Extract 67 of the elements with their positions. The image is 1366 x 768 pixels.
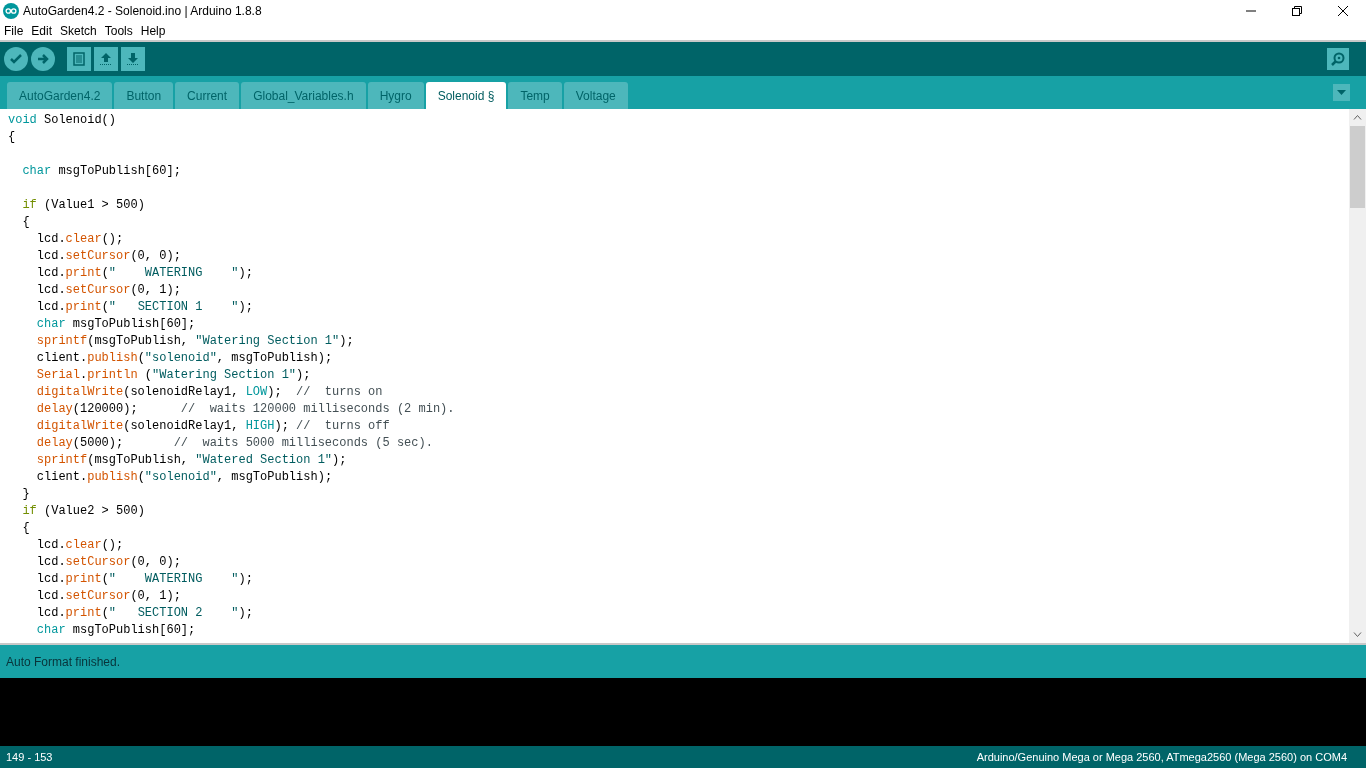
save-button[interactable] [121, 47, 145, 71]
serial-monitor-button[interactable] [1327, 48, 1349, 70]
file-tab[interactable]: Temp [508, 82, 562, 109]
file-tab[interactable]: AutoGarden4.2 [7, 82, 113, 109]
verify-button[interactable] [4, 47, 28, 71]
up-arrow-icon [99, 52, 113, 66]
scroll-down-icon [1353, 632, 1362, 637]
scrollbar[interactable] [1349, 109, 1366, 643]
file-tab[interactable]: Button [114, 82, 174, 109]
code-line: lcd.setCursor(0, 1); [35, 588, 181, 605]
code-line: lcd.print(" SECTION 2 "); [35, 605, 253, 622]
menu-item[interactable]: Tools [100, 22, 137, 40]
menu-item[interactable]: Help [136, 22, 170, 40]
scroll-up-icon [1353, 115, 1362, 120]
right-arrow-icon [36, 52, 50, 66]
file-tab[interactable]: Global_Variables.h [241, 82, 366, 109]
code-line: digitalWrite(solenoidRelay1, LOW); // turns on [35, 384, 383, 401]
code-line: { [21, 214, 30, 231]
code-line: delay(5000); // waits 5000 milliseconds (5 sec). [35, 435, 433, 452]
status-message: Auto Format finished. [6, 653, 121, 671]
tab-menu-button[interactable] [1333, 84, 1350, 101]
window-title: AutoGarden4.2 - Solenoid.ino | Arduino 1.8.8 [23, 3, 262, 20]
restore-icon [1292, 6, 1302, 16]
code-line: void Solenoid() [8, 112, 117, 129]
code-line: lcd.setCursor(0, 1); [35, 282, 181, 299]
code-line: if (Value1 > 500) [21, 197, 145, 214]
open-button[interactable] [94, 47, 118, 71]
code-line: Serial.println ("Watering Section 1"); [35, 367, 311, 384]
file-tab[interactable]: Voltage [563, 82, 628, 109]
caret-down-icon [1337, 90, 1346, 95]
code-line: digitalWrite(solenoidRelay1, HIGH); // turns off [35, 418, 390, 435]
code-line: client.publish("solenoid", msgToPublish); [35, 469, 333, 486]
code-line: { [8, 129, 16, 146]
code-line: lcd.print(" SECTION 1 "); [35, 299, 253, 316]
new-file-button[interactable] [67, 47, 91, 71]
app-logo-icon [3, 3, 19, 19]
file-tab[interactable]: Current [175, 82, 240, 109]
code-line: delay(120000); // waits 120000 milliseconds (2 min). [35, 401, 455, 418]
file-tab[interactable]: Hygro [367, 82, 424, 109]
code-line: lcd.clear(); [35, 537, 124, 554]
code-line: lcd.print(" WATERING "); [35, 265, 253, 282]
document-icon [73, 52, 85, 66]
code-line: lcd.setCursor(0, 0); [35, 554, 181, 571]
close-icon [1338, 6, 1348, 16]
checkmark-icon [9, 52, 23, 66]
code-line: lcd.print(" WATERING "); [35, 571, 253, 588]
code-line: lcd.clear(); [35, 231, 124, 248]
code-line: sprintf(msgToPublish, "Watered Section 1"); [35, 452, 347, 469]
code-line: char msgToPublish[60]; [21, 163, 181, 180]
code-line: client.publish("solenoid", msgToPublish); [35, 350, 333, 367]
board-info: Arduino/Genuino Mega or Mega 2560, ATmega2560 (Mega 2560) on COM4 [976, 749, 1347, 765]
menu-item[interactable]: Edit [27, 22, 57, 40]
code-line: } [21, 486, 30, 503]
scrollbar-thumb[interactable] [1350, 126, 1365, 208]
menu-item[interactable]: File [0, 22, 28, 40]
code-line: char msgToPublish[60]; [35, 316, 196, 333]
down-arrow-icon [126, 52, 140, 66]
code-line: if (Value2 > 500) [21, 503, 145, 520]
line-position: 149 - 153 [6, 749, 53, 765]
file-tab[interactable]: Solenoid § [425, 82, 507, 109]
code-line: { [21, 520, 30, 537]
upload-button[interactable] [31, 47, 55, 71]
code-line: lcd.setCursor(0, 0); [35, 248, 181, 265]
menu-item[interactable]: Sketch [56, 22, 101, 40]
magnifier-icon [1330, 51, 1346, 67]
code-line: char msgToPublish[60]; [35, 622, 196, 639]
code-line: sprintf(msgToPublish, "Watering Section 1"); [35, 333, 354, 350]
